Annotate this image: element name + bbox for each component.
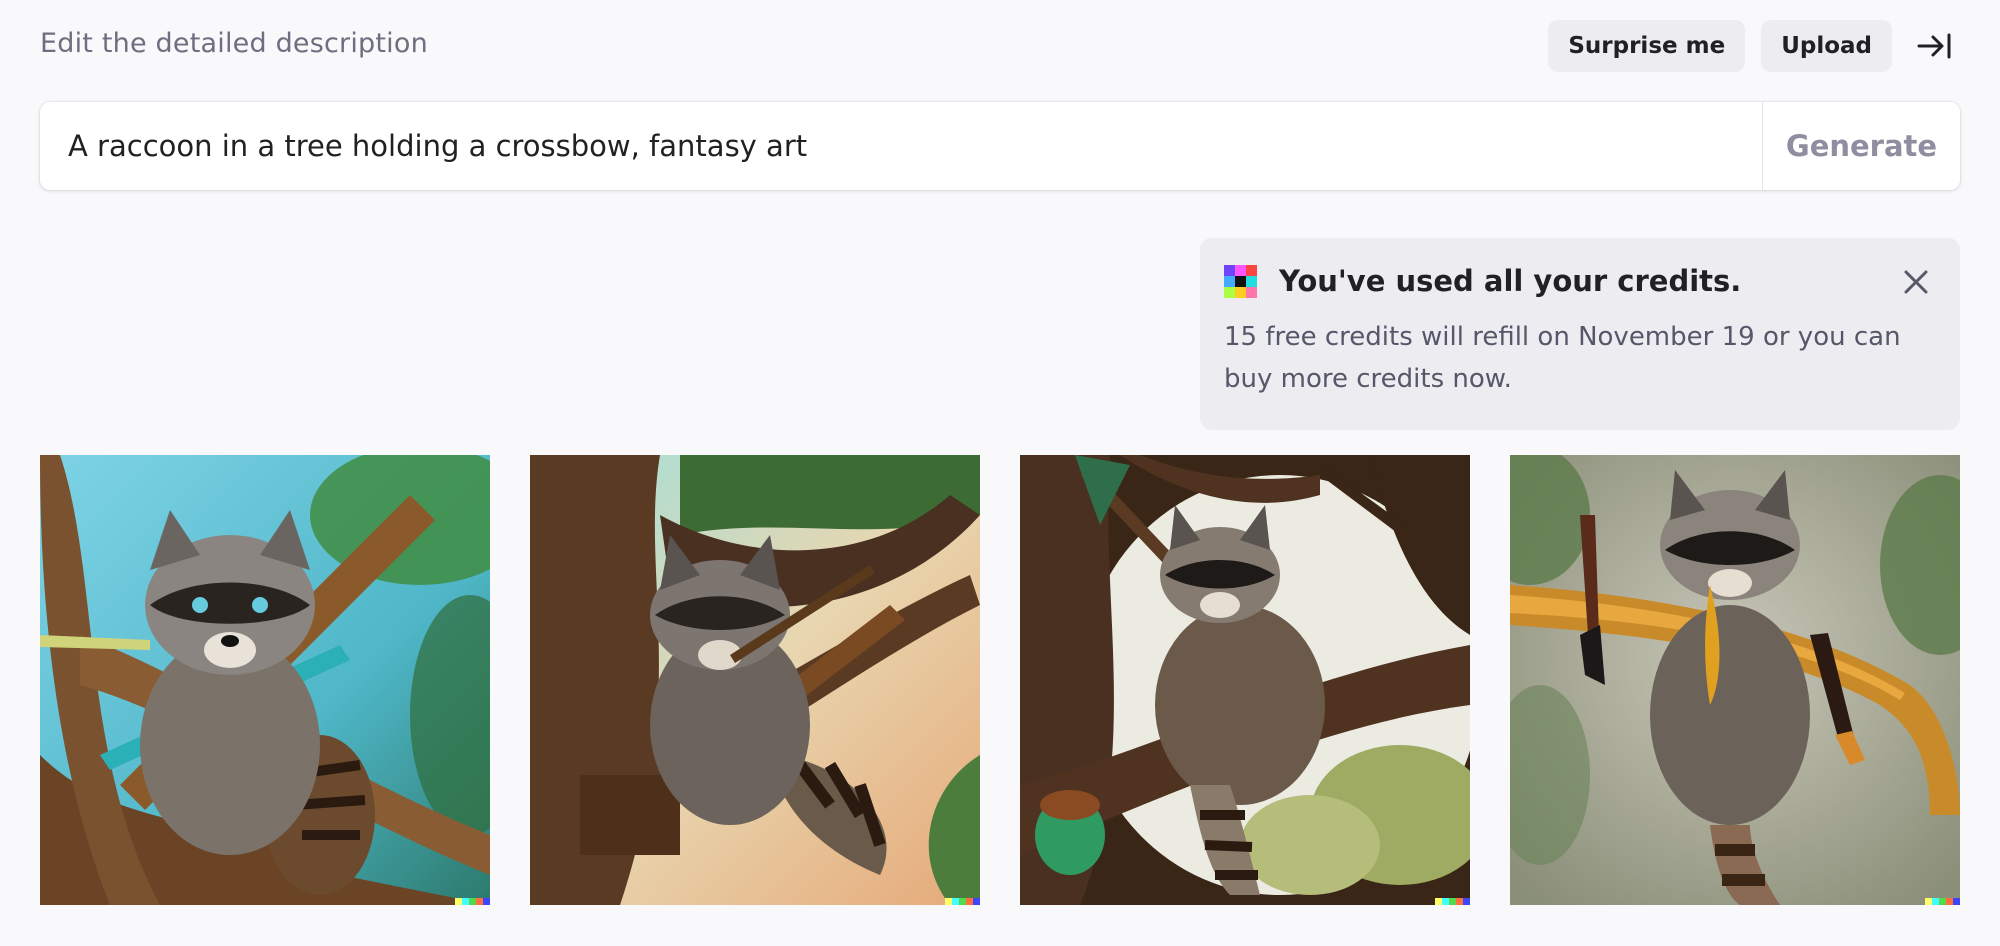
prompt-input[interactable]	[40, 102, 1762, 190]
logo-square	[1224, 275, 1235, 287]
logo-square	[1235, 275, 1246, 287]
prompt-bar: Generate	[40, 102, 1960, 190]
upload-button[interactable]: Upload	[1761, 20, 1892, 72]
logo-square	[1224, 264, 1235, 276]
signature-swatch	[945, 898, 952, 905]
header-actions: Surprise me Upload	[1548, 20, 1960, 72]
generate-button[interactable]: Generate	[1762, 102, 1960, 190]
generated-image-2[interactable]	[530, 455, 980, 905]
signature-swatch	[966, 898, 973, 905]
dalle-signature	[1925, 898, 1960, 905]
signature-swatch	[952, 898, 959, 905]
generated-image-3[interactable]	[1020, 455, 1470, 905]
logo-square	[1246, 264, 1257, 276]
signature-swatch	[455, 898, 462, 905]
notice-header: You've used all your credits.	[1224, 260, 1936, 302]
close-x-icon[interactable]	[1898, 264, 1934, 300]
page-heading: Edit the detailed description	[40, 28, 428, 59]
signature-swatch	[1932, 898, 1939, 905]
notice-body: 15 free credits will refill on November …	[1224, 322, 1901, 394]
generated-image-4[interactable]	[1510, 455, 1960, 905]
signature-swatch	[1456, 898, 1463, 905]
signature-swatch	[1953, 898, 1960, 905]
notice-title: You've used all your credits.	[1279, 264, 1742, 298]
signature-swatch	[1442, 898, 1449, 905]
dalle-signature	[1435, 898, 1470, 905]
signature-swatch	[1435, 898, 1442, 905]
signature-swatch	[1449, 898, 1456, 905]
signature-swatch	[1946, 898, 1953, 905]
generated-image-1[interactable]	[40, 455, 490, 905]
image-grid	[40, 455, 1960, 905]
dalle-signature	[945, 898, 980, 905]
signature-swatch	[973, 898, 980, 905]
arrow-right-to-bar-icon[interactable]	[1908, 20, 1960, 72]
signature-swatch	[959, 898, 966, 905]
signature-swatch	[476, 898, 483, 905]
signature-swatch	[1939, 898, 1946, 905]
credits-notice: You've used all your credits. 15 free cr…	[1200, 238, 1960, 430]
signature-swatch	[1925, 898, 1932, 905]
logo-square	[1235, 286, 1246, 298]
top-bar: Edit the detailed description Surprise m…	[40, 20, 1960, 72]
dalle-signature	[455, 898, 490, 905]
signature-swatch	[469, 898, 476, 905]
signature-swatch	[462, 898, 469, 905]
signature-swatch	[483, 898, 490, 905]
surprise-me-button[interactable]: Surprise me	[1548, 20, 1746, 72]
signature-swatch	[1463, 898, 1470, 905]
dalle-logo-icon	[1224, 264, 1257, 298]
logo-square	[1246, 275, 1257, 287]
logo-square	[1235, 264, 1246, 276]
logo-square	[1224, 286, 1235, 298]
logo-square	[1246, 286, 1257, 298]
